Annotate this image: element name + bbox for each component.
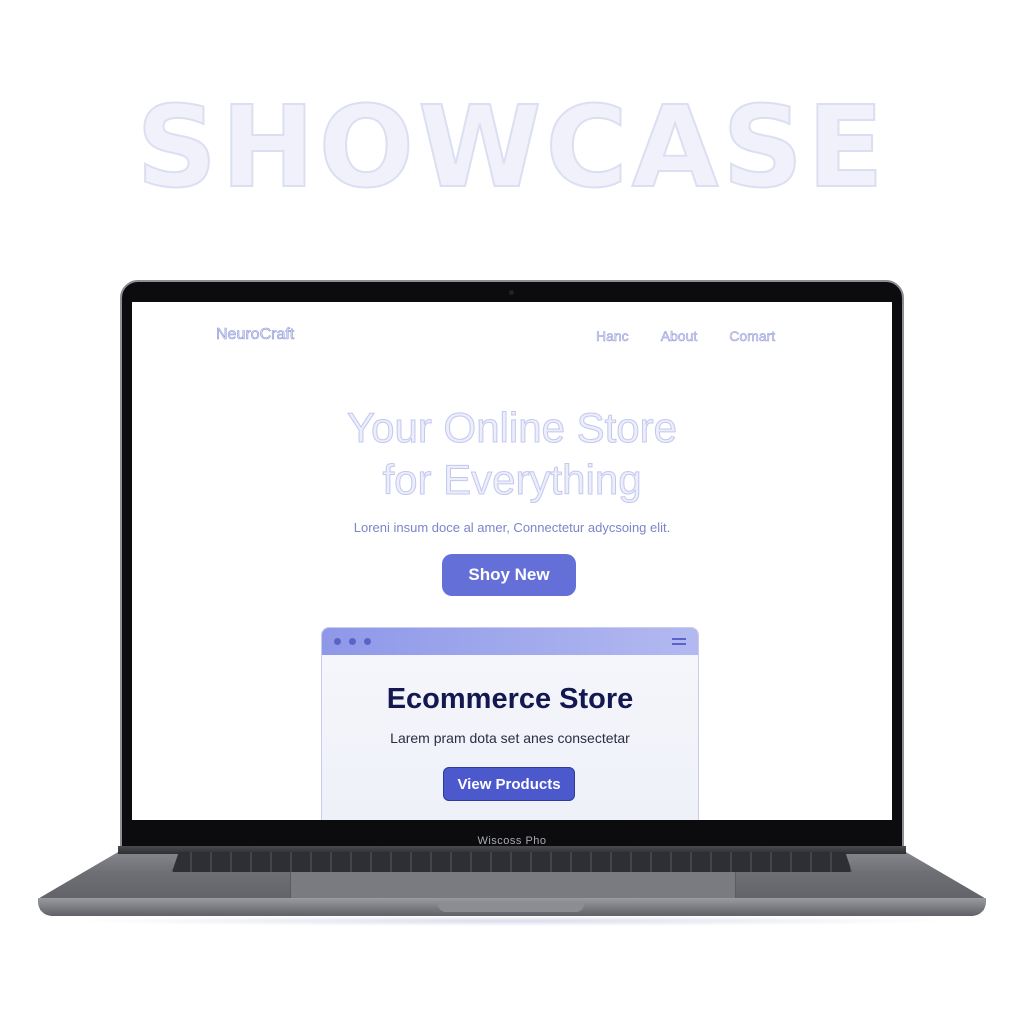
shop-now-button[interactable]: Shoy New: [442, 554, 576, 596]
nav-link-about[interactable]: About: [660, 328, 697, 345]
browser-card-titlebar: [322, 628, 698, 655]
showcase-heading: SHOWCASE: [135, 83, 888, 213]
showcase-stage: SHOWCASE NeuroCraft Hanc About Comart Yo…: [0, 0, 1024, 1024]
laptop-keyboard: [172, 852, 852, 872]
hero-title-line-1: Your Online Store: [347, 404, 678, 452]
laptop-trackpad: [290, 872, 736, 898]
nav-link-contact[interactable]: Comart: [729, 328, 775, 345]
hero-title-line-2: for Everything: [382, 456, 642, 504]
card-text: Larem pram dota set anes consectetar: [390, 730, 630, 746]
laptop-screen: NeuroCraft Hanc About Comart Your Online…: [132, 302, 892, 820]
laptop-shadow: [70, 916, 954, 926]
window-dot-icon: [334, 638, 341, 645]
site-logo[interactable]: NeuroCraft: [216, 326, 295, 344]
laptop-opening-notch: [438, 902, 584, 912]
window-dot-icon: [349, 638, 356, 645]
view-products-button[interactable]: View Products: [443, 767, 575, 801]
card-title: Ecommerce Store: [386, 683, 634, 715]
laptop-brand-label: Wiscoss Pho: [477, 835, 547, 847]
hero-title: Your Online Store for Everything: [132, 402, 892, 506]
hamburger-menu-icon[interactable]: [672, 638, 686, 645]
browser-card: Ecommerce Store Larem pram dota set anes…: [321, 627, 699, 820]
camera-icon: [509, 290, 514, 295]
hero-subtitle: Loreni insum doce al amer, Connectetur a…: [353, 520, 671, 535]
window-dot-icon: [364, 638, 371, 645]
site-nav: Hanc About Comart: [596, 328, 776, 345]
nav-link-home[interactable]: Hanc: [596, 328, 629, 345]
